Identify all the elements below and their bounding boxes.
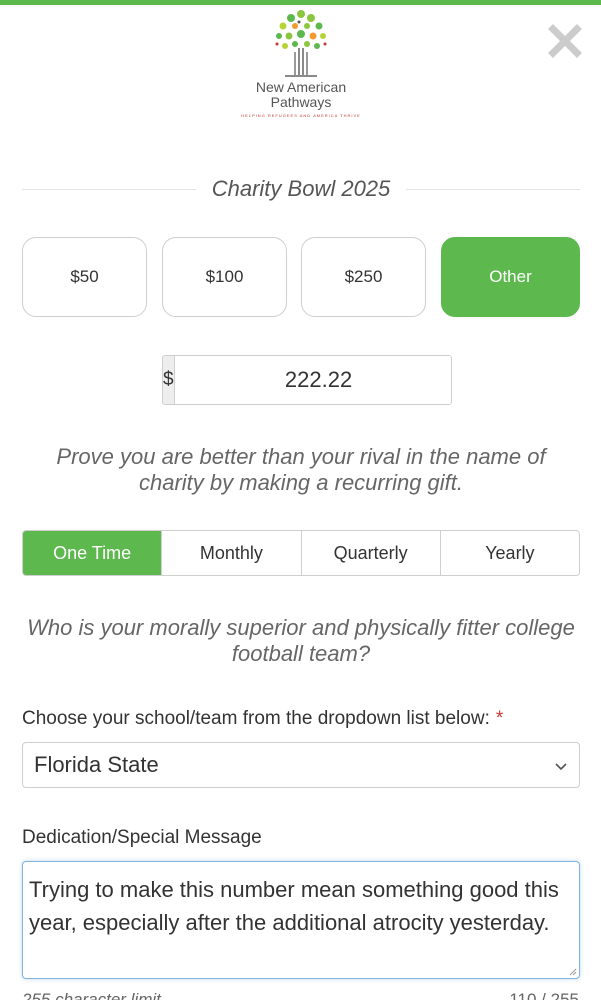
close-icon [548,24,582,58]
top-accent-bar [0,0,601,5]
amount-button-250[interactable]: $250 [301,237,426,317]
character-limit-note: 255 character limit [22,990,161,1000]
amount-button-other[interactable]: Other [441,237,580,317]
frequency-selector: One Time Monthly Quarterly Yearly [22,530,580,576]
amount-button-50[interactable]: $50 [22,237,147,317]
campaign-title: Charity Bowl 2025 [211,176,391,201]
dedication-label: Dedication/Special Message [22,827,262,848]
school-select-value: Florida State [34,752,159,777]
logo-text-line2: Pathways [270,94,332,110]
school-label-text: Choose your school/team from the dropdow… [22,708,490,729]
logo-tagline: HELPING REFUGEES AND AMERICA THRIVE [241,113,361,118]
frequency-yearly[interactable]: Yearly [440,531,579,575]
dedication-text: Trying to make this number mean somethin… [29,877,559,935]
required-marker: * [495,708,504,729]
divider-right [406,188,581,190]
resize-grip-icon[interactable] [569,968,577,976]
dedication-textarea[interactable]: Trying to make this number mean somethin… [22,861,580,979]
frequency-quarterly[interactable]: Quarterly [301,531,441,575]
organization-logo: New American Pathways HELPING REFUGEES A… [240,8,362,128]
custom-amount-input[interactable] [174,356,451,404]
chevron-down-icon [555,763,567,771]
school-select[interactable]: Florida State [22,742,580,788]
campaign-title-row: Charity Bowl 2025 [22,172,581,206]
character-count: 110 / 255 [509,990,579,1000]
logo-text-line1: New American [255,79,347,95]
tree-icon [275,10,327,77]
frequency-one-time[interactable]: One Time [23,531,163,575]
school-field-label: Choose your school/team from the dropdow… [22,708,503,730]
close-button[interactable] [546,22,584,60]
divider-left [22,188,196,190]
currency-prefix: $ [163,356,175,404]
frequency-monthly[interactable]: Monthly [162,531,302,575]
team-prompt: Who is your morally superior and physica… [27,615,575,666]
amount-button-100[interactable]: $100 [162,237,287,317]
recurring-prompt: Prove you are better than your rival in … [56,444,546,495]
custom-amount-field: $ [162,355,452,405]
